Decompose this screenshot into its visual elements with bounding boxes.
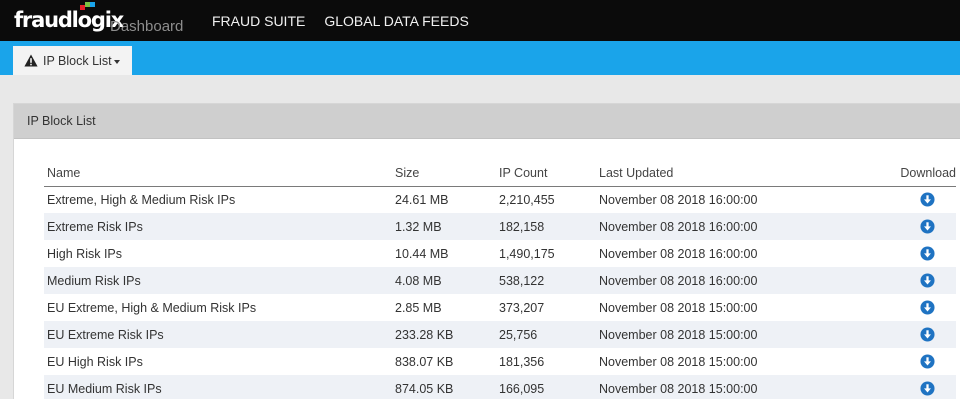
- download-circle-icon[interactable]: [920, 327, 935, 342]
- row-name: EU High Risk IPs: [47, 354, 143, 369]
- row-download-cell: [872, 267, 956, 294]
- table-row: EU Medium Risk IPs 874.05 KB 166,095 Novemb…: [44, 375, 956, 399]
- download-circle-icon[interactable]: [920, 246, 935, 261]
- column-header-last-updated[interactable]: Last Updated: [596, 160, 872, 187]
- row-ip-count: 2,210,455: [499, 192, 555, 207]
- row-last-updated: November 08 2018 15:00:00: [599, 354, 758, 369]
- nav-fraud-suite[interactable]: FRAUD SUITE: [212, 13, 305, 29]
- logo-dots-icon: [80, 2, 95, 10]
- table-row: High Risk IPs 10.44 MB 1,490,175 November 0…: [44, 240, 956, 267]
- row-last-updated: November 08 2018 15:00:00: [596, 321, 872, 348]
- row-download-cell: [872, 375, 956, 399]
- row-size: 24.61 MB: [395, 192, 449, 207]
- row-ip-count: 181,356: [499, 354, 545, 369]
- table-row: Medium Risk IPs 4.08 MB 538,122 November 08…: [44, 267, 956, 294]
- top-nav-menu: FRAUD SUITE GLOBAL DATA FEEDS: [212, 0, 488, 41]
- column-header-download[interactable]: Download: [872, 160, 956, 187]
- row-ip-count: 538,122: [496, 267, 596, 294]
- warning-icon: [24, 54, 38, 67]
- row-last-updated: November 08 2018 16:00:00: [596, 267, 872, 294]
- download-circle-icon[interactable]: [920, 192, 935, 207]
- ip-block-list-panel: IP Block List Name Size IP Count Last Up…: [13, 103, 960, 399]
- table-row: Extreme Risk IPs 1.32 MB 182,158 November 0…: [44, 213, 956, 240]
- table-row: EU Extreme Risk IPs 233.28 KB 25,756 Novemb…: [44, 321, 956, 348]
- download-circle-icon[interactable]: [920, 219, 935, 234]
- column-header-size[interactable]: Size: [392, 160, 496, 187]
- row-download-cell: [872, 348, 956, 375]
- row-name: High Risk IPs: [47, 246, 123, 261]
- row-last-updated: November 08 2018 16:00:00: [599, 246, 758, 261]
- row-name: EU Medium Risk IPs: [44, 375, 392, 399]
- row-download-cell: [872, 294, 956, 321]
- column-header-ip-count[interactable]: IP Count: [496, 160, 596, 187]
- row-download-cell: [872, 321, 956, 348]
- row-download-cell: [872, 213, 956, 240]
- nav-global-data-feeds[interactable]: GLOBAL DATA FEEDS: [324, 13, 468, 29]
- table-row: EU Extreme, High & Medium Risk IPs 2.85 M…: [44, 294, 956, 321]
- row-ip-count: 373,207: [499, 300, 545, 315]
- row-size: 874.05 KB: [392, 375, 496, 399]
- row-download-cell: [872, 240, 956, 267]
- download-circle-icon[interactable]: [920, 273, 935, 288]
- table-row: Extreme, High & Medium Risk IPs 24.61 MB 2…: [44, 186, 956, 213]
- download-circle-icon[interactable]: [920, 381, 935, 396]
- row-size: 233.28 KB: [392, 321, 496, 348]
- row-last-updated: November 08 2018 15:00:00: [599, 300, 758, 315]
- row-last-updated: November 08 2018 16:00:00: [596, 213, 872, 240]
- download-circle-icon[interactable]: [920, 354, 935, 369]
- row-size: 10.44 MB: [395, 246, 449, 261]
- row-last-updated: November 08 2018 16:00:00: [599, 192, 758, 207]
- row-last-updated: November 08 2018 15:00:00: [596, 375, 872, 399]
- logo-wordmark: fraudlogix: [14, 8, 124, 32]
- row-name: EU Extreme, High & Medium Risk IPs: [47, 300, 257, 315]
- download-circle-icon[interactable]: [920, 300, 935, 315]
- tab-ip-block-list[interactable]: IP Block List: [13, 46, 132, 75]
- row-name: EU Extreme Risk IPs: [44, 321, 392, 348]
- row-name: Extreme, High & Medium Risk IPs: [47, 192, 236, 207]
- row-name: Medium Risk IPs: [44, 267, 392, 294]
- row-size: 2.85 MB: [395, 300, 442, 315]
- sub-navbar: IP Block List: [0, 41, 960, 75]
- chevron-down-icon: [113, 59, 120, 64]
- logo-subtitle: Dashboard: [110, 18, 184, 35]
- ip-block-list-table: Name Size IP Count Last Updated Download…: [44, 160, 956, 399]
- table-header-row: Name Size IP Count Last Updated Download: [44, 160, 956, 187]
- row-download-cell: [872, 186, 956, 213]
- row-name: Extreme Risk IPs: [44, 213, 392, 240]
- table-row: EU High Risk IPs 838.07 KB 181,356 November…: [44, 348, 956, 375]
- row-size: 838.07 KB: [395, 354, 454, 369]
- row-size: 1.32 MB: [392, 213, 496, 240]
- row-ip-count: 182,158: [496, 213, 596, 240]
- row-ip-count: 1,490,175: [499, 246, 555, 261]
- column-header-name[interactable]: Name: [44, 160, 392, 187]
- panel-title: IP Block List: [14, 104, 960, 139]
- top-navbar: fraudlogix Dashboard FRAUD SUITE GLOBAL …: [0, 0, 960, 41]
- row-ip-count: 25,756: [496, 321, 596, 348]
- tab-label: IP Block List: [43, 53, 112, 68]
- row-size: 4.08 MB: [392, 267, 496, 294]
- row-ip-count: 166,095: [496, 375, 596, 399]
